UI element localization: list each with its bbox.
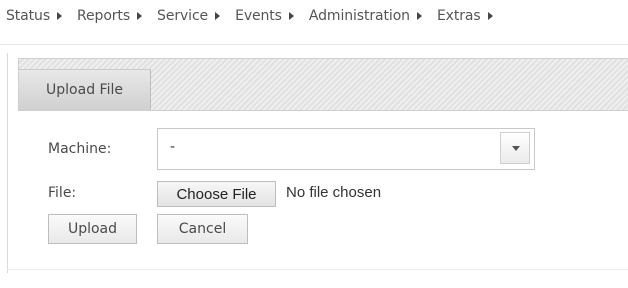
- nav-item-reports[interactable]: Reports: [77, 8, 143, 24]
- nav-divider: [0, 44, 628, 45]
- caret-right-icon: [416, 12, 422, 20]
- panel-bottom-divider: [7, 269, 628, 270]
- nav-item-label: Administration: [308, 8, 410, 24]
- upload-button[interactable]: Upload: [48, 214, 137, 244]
- nav-item-label: Reports: [77, 8, 131, 24]
- nav-item-label: Events: [235, 8, 282, 24]
- caret-right-icon: [215, 12, 221, 20]
- nav-item-label: Status: [6, 8, 51, 24]
- top-navigation: Status Reports Service Events Administra…: [6, 8, 508, 24]
- caret-right-icon: [57, 12, 63, 20]
- caret-right-icon: [137, 12, 143, 20]
- nav-item-service[interactable]: Service: [157, 8, 221, 24]
- nav-item-label: Service: [157, 8, 209, 24]
- no-file-chosen-text: No file chosen: [286, 184, 382, 201]
- tab-upload-file[interactable]: Upload File: [19, 69, 151, 110]
- cancel-button[interactable]: Cancel: [157, 214, 248, 244]
- tab-strip: Upload File: [18, 58, 628, 111]
- tab-label: Upload File: [46, 82, 123, 98]
- caret-right-icon: [288, 12, 294, 20]
- machine-select[interactable]: -: [157, 128, 535, 170]
- machine-label: Machine:: [48, 141, 112, 157]
- machine-select-value: -: [170, 139, 176, 155]
- nav-item-label: Extras: [436, 8, 481, 24]
- nav-item-extras[interactable]: Extras: [437, 8, 493, 24]
- choose-file-button[interactable]: Choose File: [157, 181, 276, 207]
- file-label: File:: [48, 185, 77, 201]
- caret-down-icon[interactable]: [500, 132, 530, 164]
- upload-panel: Upload File Machine: - File: Choose File…: [7, 53, 628, 273]
- caret-right-icon: [487, 12, 493, 20]
- nav-item-administration[interactable]: Administration: [309, 8, 422, 24]
- nav-item-events[interactable]: Events: [235, 8, 294, 24]
- nav-item-status[interactable]: Status: [6, 8, 63, 24]
